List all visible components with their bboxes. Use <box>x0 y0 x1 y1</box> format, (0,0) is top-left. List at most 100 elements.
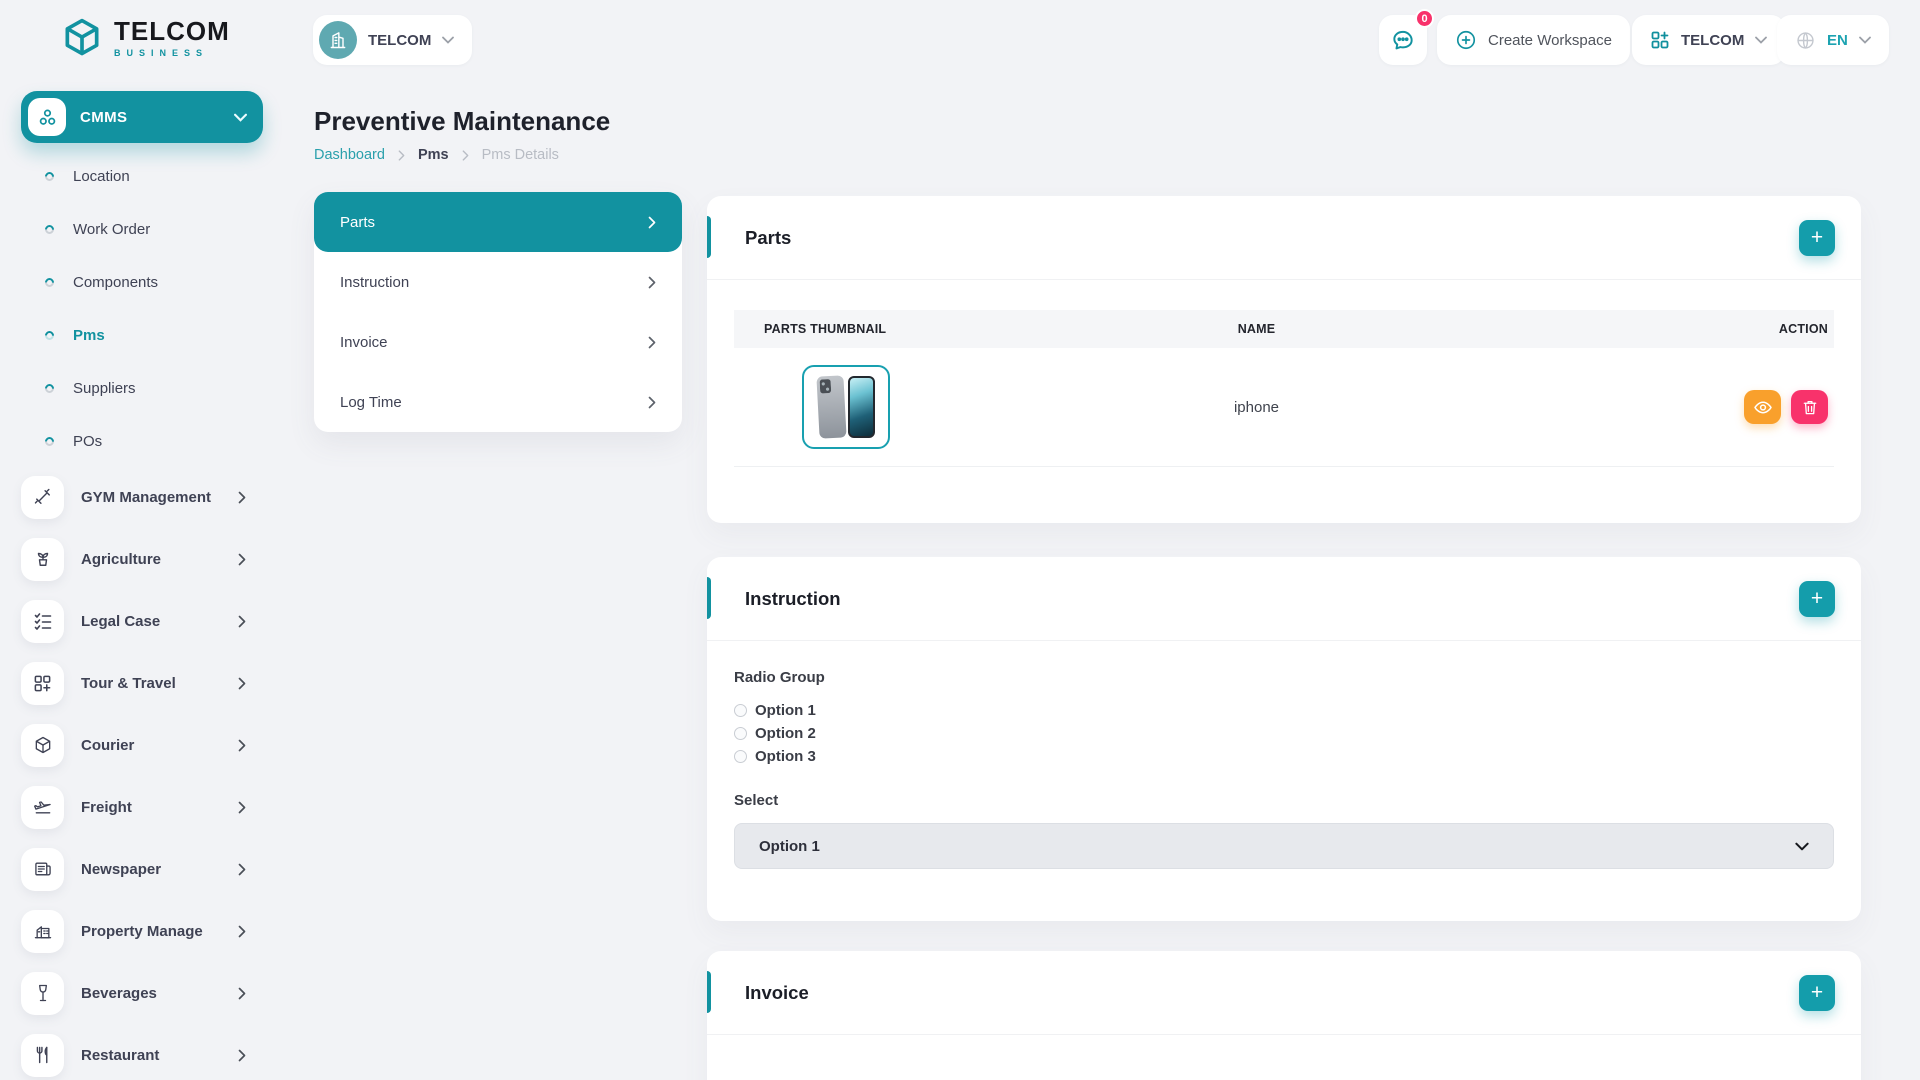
breadcrumb-chevron-icon <box>462 150 469 161</box>
chevron-right-icon <box>648 276 656 289</box>
sidebar-group-cmms[interactable]: CMMS <box>21 91 263 143</box>
brand-name: TELCOM <box>114 18 230 44</box>
bullet-icon <box>43 329 56 342</box>
language-switcher[interactable]: EN <box>1777 15 1889 65</box>
checklist-icon <box>21 600 64 643</box>
tab-log-time[interactable]: Log Time <box>314 372 682 432</box>
globe-icon <box>1795 30 1816 51</box>
part-thumbnail-cell <box>734 365 1053 449</box>
parts-card-title: Parts <box>745 227 1799 249</box>
view-part-button[interactable] <box>1744 390 1781 424</box>
sidebar-module-gym-management[interactable]: GYM Management <box>0 466 266 528</box>
chevron-down-icon <box>234 113 247 122</box>
brand-logo[interactable]: TELCOM BUSINESS <box>60 16 230 60</box>
radio-group: Option 1 Option 2 Option 3 <box>734 699 1834 768</box>
radio-icon[interactable] <box>734 727 747 740</box>
tab-parts[interactable]: Parts <box>314 192 682 252</box>
column-action: ACTION <box>1460 322 1834 336</box>
part-thumbnail[interactable] <box>802 365 890 449</box>
sidebar-module-newspaper[interactable]: Newspaper <box>0 838 266 900</box>
sidebar-module-courier[interactable]: Courier <box>0 714 266 776</box>
page-title: Preventive Maintenance <box>314 106 610 137</box>
add-invoice-button[interactable]: + <box>1799 975 1835 1011</box>
sidebar-item-work-order[interactable]: Work Order <box>0 203 266 256</box>
plant-icon <box>21 538 64 581</box>
sidebar-item-components[interactable]: Components <box>0 256 266 309</box>
bullet-icon <box>43 276 56 289</box>
sidebar-module-label: Property Manage <box>81 923 221 940</box>
sidebar-module-agriculture[interactable]: Agriculture <box>0 528 266 590</box>
chat-icon <box>1390 27 1416 53</box>
chevron-right-icon <box>238 863 246 876</box>
sidebar-item-pms[interactable]: Pms <box>0 309 266 362</box>
radio-option-3[interactable]: Option 3 <box>734 745 1834 768</box>
sidebar-module-restaurant[interactable]: Restaurant <box>0 1024 266 1080</box>
chevron-right-icon <box>238 677 246 690</box>
instruction-card: Instruction + Radio Group Option 1 Optio… <box>707 557 1861 921</box>
molecule-icon <box>37 107 58 128</box>
chevron-right-icon <box>238 987 246 1000</box>
grid-plus-icon <box>21 662 64 705</box>
eye-icon <box>1754 400 1772 415</box>
tab-label: Invoice <box>340 334 648 351</box>
tab-label: Parts <box>340 214 648 231</box>
sidebar-item-suppliers[interactable]: Suppliers <box>0 362 266 415</box>
workspace-switcher[interactable]: TELCOM <box>313 15 472 65</box>
sidebar-item-pos[interactable]: POs <box>0 415 266 468</box>
instruction-card-title: Instruction <box>745 588 1799 610</box>
accent-bar <box>707 216 711 258</box>
tab-invoice[interactable]: Invoice <box>314 312 682 372</box>
cmms-submenu: Location Work Order Components Pms Suppl… <box>0 150 266 468</box>
chat-button[interactable]: 0 <box>1379 15 1427 65</box>
instruction-body: Radio Group Option 1 Option 2 Option 3 S… <box>707 641 1861 869</box>
radio-option-1[interactable]: Option 1 <box>734 699 1834 722</box>
chevron-right-icon <box>238 801 246 814</box>
plane-icon <box>21 786 64 829</box>
radio-icon[interactable] <box>734 750 747 763</box>
bullet-icon <box>43 382 56 395</box>
select-value: Option 1 <box>759 838 820 855</box>
sidebar-item-label: POs <box>73 433 102 450</box>
radio-icon[interactable] <box>734 704 747 717</box>
radio-option-label: Option 2 <box>755 725 816 742</box>
chevron-right-icon <box>238 553 246 566</box>
sidebar-module-beverages[interactable]: Beverages <box>0 962 266 1024</box>
radio-group-label: Radio Group <box>734 669 1834 686</box>
chevron-right-icon <box>238 491 246 504</box>
brand-cube-icon <box>60 16 104 60</box>
language-label: EN <box>1827 32 1848 49</box>
sidebar-module-label: Newspaper <box>81 861 221 878</box>
delete-part-button[interactable] <box>1791 390 1828 424</box>
sidebar-module-legal-case[interactable]: Legal Case <box>0 590 266 652</box>
breadcrumb-dashboard[interactable]: Dashboard <box>314 147 385 163</box>
radio-option-2[interactable]: Option 2 <box>734 722 1834 745</box>
sidebar-item-label: Components <box>73 274 158 291</box>
sidebar-module-tour-travel[interactable]: Tour & Travel <box>0 652 266 714</box>
accent-bar <box>707 971 711 1013</box>
breadcrumb-pms[interactable]: Pms <box>418 147 449 163</box>
sidebar-item-location[interactable]: Location <box>0 150 266 203</box>
iphone-back-image <box>816 375 846 438</box>
newspaper-icon <box>21 848 64 891</box>
create-workspace-button[interactable]: Create Workspace <box>1437 15 1630 65</box>
add-instruction-button[interactable]: + <box>1799 581 1835 617</box>
chevron-down-icon <box>1859 36 1871 44</box>
detail-tabs: Parts Instruction Invoice Log Time <box>314 192 682 432</box>
sidebar-module-label: Courier <box>81 737 221 754</box>
breadcrumb-pms-details: Pms Details <box>482 147 559 163</box>
add-part-button[interactable]: + <box>1799 220 1835 256</box>
chevron-down-icon <box>1795 842 1809 851</box>
org-switcher[interactable]: TELCOM <box>1632 15 1785 65</box>
part-actions-cell <box>1460 390 1834 424</box>
sidebar-module-label: Beverages <box>81 985 221 1002</box>
chevron-down-icon <box>442 36 454 44</box>
sidebar-module-property-manage[interactable]: Property Manage <box>0 900 266 962</box>
part-name: iphone <box>1053 399 1460 416</box>
package-icon <box>21 724 64 767</box>
radio-option-label: Option 3 <box>755 748 816 765</box>
sidebar-module-label: Restaurant <box>81 1047 221 1064</box>
select-input[interactable]: Option 1 <box>734 823 1834 869</box>
sidebar-module-freight[interactable]: Freight <box>0 776 266 838</box>
tab-instruction[interactable]: Instruction <box>314 252 682 312</box>
divider <box>707 1034 1861 1035</box>
